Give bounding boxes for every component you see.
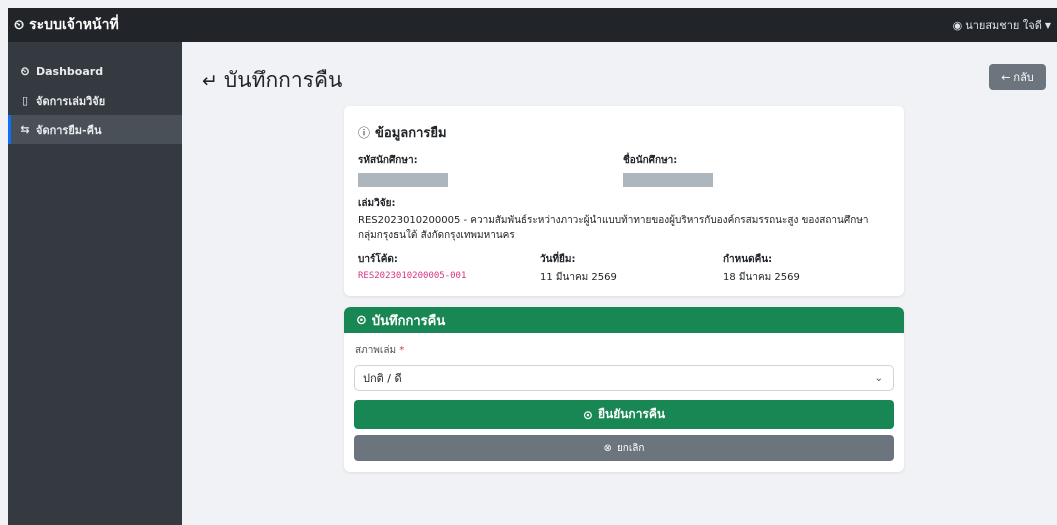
condition-select-value: ปกติ / ดี [363,372,402,385]
cancel-button[interactable]: ⊗ ยกเลิก [354,435,894,461]
sidebar-item-label: จัดการยืม-คืน [36,123,102,137]
cancel-button-label: ยกเลิก [616,442,645,454]
sidebar-item-research[interactable]: ▯ จัดการเล่มวิจัย [8,86,182,115]
condition-select[interactable]: ปกติ / ดี ⌄ [354,365,894,391]
check-circle-icon: ⊙ [582,407,593,422]
return-arrow-icon: ↵ [202,69,218,92]
main-content: ↵ บันทึกการคืน ← กลับ ⓘ ข้อมูลการยืม รหั… [182,42,1057,525]
borrow-date-value: 11 มีนาคม 2569 [540,272,617,283]
loan-info-card: ⓘ ข้อมูลการยืม รหัสนักศึกษา: ชื่อนักศึกษ… [344,106,904,296]
condition-label-text: สภาพเล่ม [355,345,397,356]
confirm-return-label: ยืนยันการคืน [597,407,666,421]
barcode-value: RES2023010200005-001 [358,271,467,281]
return-form-card: ⊙ บันทึกการคืน สภาพเล่ม * ปกติ / ดี ⌄ ⊙ … [344,307,904,472]
swap-icon: ⇆ [20,123,30,136]
research-value: RES2023010200005 - ความสัมพันธ์ระหว่างภา… [358,215,869,241]
gauge-icon: ⏲ [20,64,30,78]
user-name: นายสมชาย ใจดี [965,19,1042,32]
borrow-date-label: วันที่ยืม: [540,254,576,265]
loan-info-heading: ⓘ ข้อมูลการยืม [358,122,890,143]
sidebar-item-borrow-return[interactable]: ⇆ จัดการยืม-คืน [8,115,182,144]
gauge-icon: ⏲ [14,17,25,33]
brand[interactable]: ⏲ ระบบเจ้าหน้าที่ [14,14,119,36]
top-navbar: ⏲ ระบบเจ้าหน้าที่ ◉ นายสมชาย ใจดี ▼ [8,8,1057,42]
due-date-label: กำหนดคืน: [723,254,773,265]
student-name-redacted [623,173,713,187]
chevron-down-icon: ⌄ [874,372,883,384]
x-circle-icon: ⊗ [603,442,612,454]
return-form-heading-text: บันทึกการคืน [371,313,446,329]
back-button[interactable]: ← กลับ [989,64,1046,90]
info-circle-icon: ⓘ [358,126,371,140]
back-button-label: กลับ [1013,71,1034,84]
sidebar: ⏲ Dashboard ▯ จัดการเล่มวิจัย ⇆ จัดการยื… [8,42,182,525]
sidebar-item-label: Dashboard [36,65,104,78]
due-date-value: 18 มีนาคม 2569 [723,272,800,283]
arrow-left-icon: ← [1001,70,1011,84]
sidebar-item-label: จัดการเล่มวิจัย [36,94,106,108]
check-circle-icon: ⊙ [356,312,367,328]
return-form-heading: ⊙ บันทึกการคืน [344,307,904,333]
loan-info-heading-text: ข้อมูลการยืม [375,126,447,141]
required-mark: * [399,345,405,356]
user-menu[interactable]: ◉ นายสมชาย ใจดี ▼ [953,16,1051,34]
barcode-label: บาร์โค้ด: [358,254,398,265]
confirm-return-button[interactable]: ⊙ ยืนยันการคืน [354,400,894,429]
student-name-label: ชื่อนักศึกษา: [623,155,678,166]
student-id-label: รหัสนักศึกษา: [358,155,418,166]
brand-label: ระบบเจ้าหน้าที่ [29,17,119,33]
research-label: เล่มวิจัย: [358,198,396,209]
user-circle-icon: ◉ [952,18,963,32]
condition-label: สภาพเล่ม * [355,343,894,358]
student-id-redacted [358,173,448,187]
page-title: ↵ บันทึกการคืน [202,64,342,97]
sidebar-item-dashboard[interactable]: ⏲ Dashboard [8,57,182,86]
book-icon: ▯ [21,94,29,107]
page-title-text: บันทึกการคืน [223,68,343,92]
caret-down-icon: ▼ [1044,20,1051,30]
